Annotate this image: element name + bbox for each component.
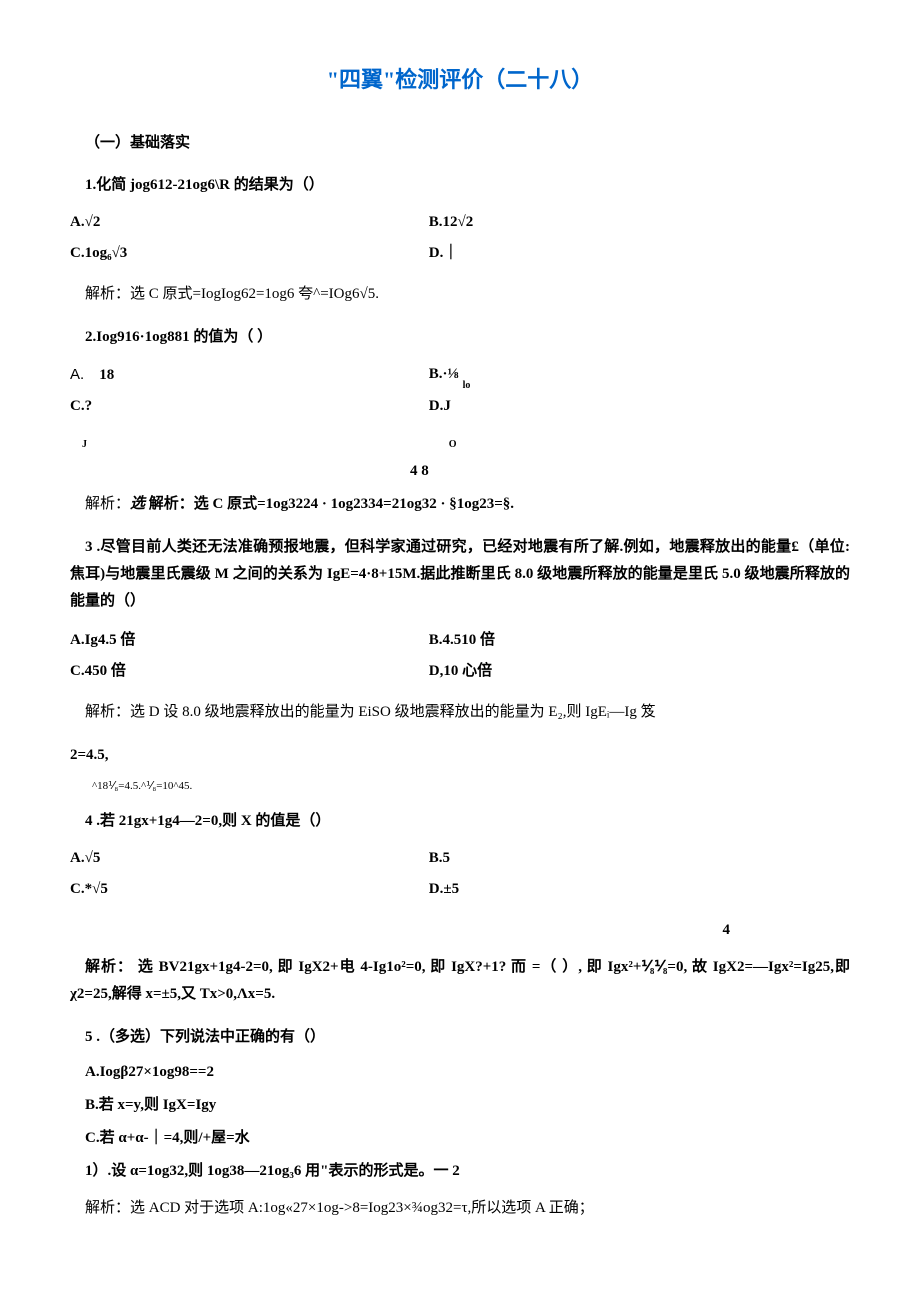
q2-b-sub: lo <box>463 380 471 391</box>
q1-stem: 1.化简 jog612-21og6\R 的结果为（） <box>70 172 850 199</box>
q1-opt-c: C.1og₆√3 <box>70 238 429 269</box>
q2-opt-a: A. 18 <box>70 359 429 391</box>
page-title: "四翼"检测评价（二十八） <box>70 60 850 100</box>
q5-opt-d: 1）.设 α=1og32,则 1og38—21og₃6 用"表示的形式是。一 2 <box>70 1158 850 1185</box>
q4-opt-b: B.5 <box>429 843 788 874</box>
q3-opt-d: D,10 心倍 <box>429 656 788 687</box>
q3-opt-a: A.Ig4.5 倍 <box>70 625 429 656</box>
q2-explain: 解析：选 解析：选 C 原式=1og3224 · 1og2334=21og32 … <box>70 491 850 518</box>
q2-c-text: C.? <box>70 398 92 414</box>
q5-explain: 解析：选 ACD 对于选项 A:1og«27×1og->8=Iog23×¾og3… <box>70 1195 850 1222</box>
q2-b-text: B.·⅛ <box>429 366 459 382</box>
q2-opt-b: B.·⅛ lo <box>429 359 788 391</box>
q1-opt-d: D.｜ <box>429 238 788 269</box>
q4-topnum: 4 <box>70 917 850 944</box>
q1-opt-a: A.√2 <box>70 207 429 238</box>
q4-explain: 解析： 选 BV21gx+1g4-2=0, 即 IgX2+电 4-Ig1o²=0… <box>70 954 850 1008</box>
q5-stem: 5 .（多选）下列说法中正确的有（） <box>70 1024 850 1051</box>
q2-stem: 2.Iog916·1og881 的值为（ ） <box>70 324 850 351</box>
q4-opt-d: D.±5 <box>429 874 788 905</box>
q1-explain: 解析：选 C 原式=IogIog62=1og6 夸^=IOg6√5. <box>70 281 850 308</box>
q1-opt-b: B.12√2 <box>429 207 788 238</box>
q3-explain-2: 2=4.5, <box>70 742 850 769</box>
q2-d-sub: O <box>449 439 457 450</box>
q2-opt-d: D.J O <box>429 391 788 450</box>
q3-explain-1: 解析：选 D 设 8.0 级地震释放出的能量为 EiSO 级地震释放出的能量为 … <box>70 699 850 726</box>
q4-opt-c: C.*√5 <box>70 874 429 905</box>
q4-opt-a: A.√5 <box>70 843 429 874</box>
q2-explain-body: 解析：选 C 原式=1og3224 · 1og2334=21og32 · §1o… <box>149 496 514 512</box>
q3-options: A.Ig4.5 倍 B.4.510 倍 C.450 倍 D,10 心倍 <box>70 625 850 687</box>
q2-nums-48: 4 8 <box>70 458 850 485</box>
q5-opt-a: A.Iogβ27×1og98==2 <box>70 1059 850 1086</box>
q2-a-label: A. <box>70 366 84 383</box>
q3-stem: 3 .尽管目前人类还无法准确预报地震，但科学家通过研究，已经对地震有所了解.例如… <box>70 534 850 615</box>
q4-options: A.√5 B.5 C.*√5 D.±5 <box>70 843 850 905</box>
q2-d-text: D.J <box>429 398 451 414</box>
q2-options: A. 18 B.·⅛ lo C.? J D.J O <box>70 359 850 450</box>
q2-c-sub: J <box>82 439 87 450</box>
q3-opt-b: B.4.510 倍 <box>429 625 788 656</box>
q3-opt-c: C.450 倍 <box>70 656 429 687</box>
q2-opt-c: C.? J <box>70 391 429 450</box>
q2-explain-text: 解析：选 解析：选 C 原式=1og3224 · 1og2334=21og32 … <box>85 496 514 512</box>
section-1-heading: （一）基础落实 <box>70 130 850 157</box>
q5-choices: A.Iogβ27×1og98==2 B.若 x=y,则 IgX=Igy C.若 … <box>70 1059 850 1185</box>
q1-options: A.√2 B.12√2 C.1og₆√3 D.｜ <box>70 207 850 269</box>
q4-stem: 4 .若 21gx+1g4—2=0,则 X 的值是（） <box>70 808 850 835</box>
q3-small: ^18⅟₈=4.5.^⅟₈=10^45. <box>92 777 850 797</box>
q5-opt-c: C.若 α+α-｜=4,则/+屋=水 <box>70 1125 850 1152</box>
q5-opt-b: B.若 x=y,则 IgX=Igy <box>70 1092 850 1119</box>
q2-a-val: 18 <box>99 367 114 383</box>
